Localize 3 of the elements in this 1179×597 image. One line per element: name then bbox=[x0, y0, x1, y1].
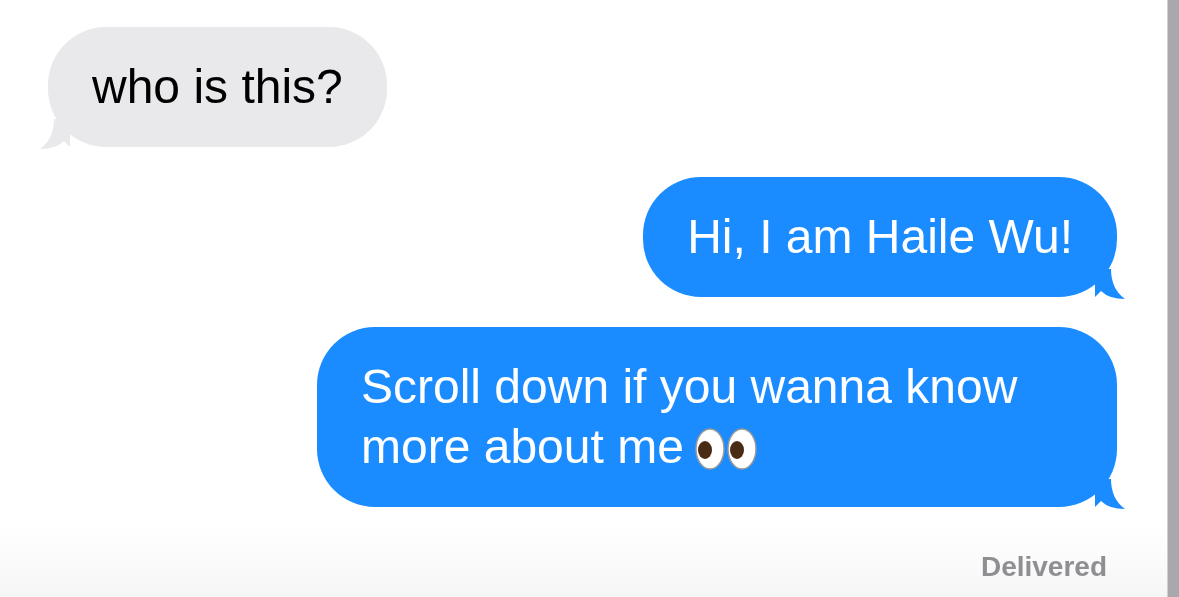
bubble-tail-icon bbox=[1095, 479, 1125, 509]
delivery-status: Delivered bbox=[980, 551, 1107, 583]
bubble-tail-icon bbox=[1095, 269, 1125, 299]
